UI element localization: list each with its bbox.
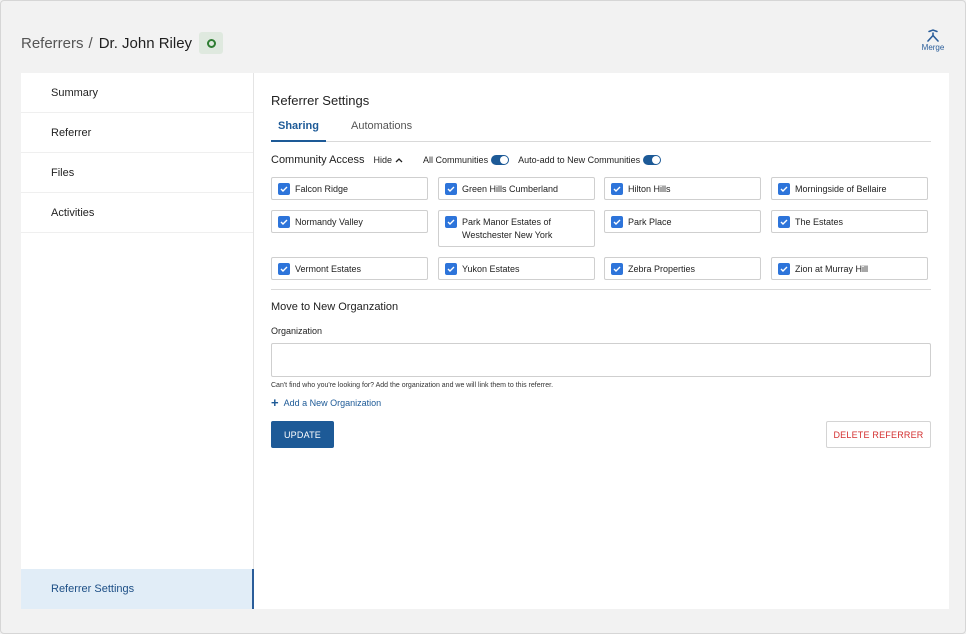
status-active-icon [206, 38, 216, 48]
checkbox-checked-icon[interactable] [278, 183, 290, 195]
community-normandy-valley[interactable]: Normandy Valley [271, 210, 428, 233]
community-name: Normandy Valley [295, 217, 363, 227]
section-title: Referrer Settings [271, 93, 370, 108]
community-name: Morningside of Bellaire [795, 184, 887, 194]
community-zebra-properties[interactable]: Zebra Properties [604, 257, 761, 280]
community-name: Park Place [628, 217, 672, 227]
merge-button[interactable]: Merge [917, 29, 949, 57]
auto-add-label: Auto-add to New Communities [518, 155, 641, 165]
checkbox-checked-icon[interactable] [611, 216, 623, 228]
community-name: Zebra Properties [628, 264, 696, 274]
toggle-knob [652, 156, 661, 164]
checkbox-checked-icon[interactable] [778, 263, 790, 275]
plus-icon: + [271, 395, 279, 410]
status-badge [199, 32, 224, 54]
tab-bar: Sharing Automations [271, 117, 931, 142]
checkbox-checked-icon[interactable] [445, 183, 457, 195]
delete-referrer-button[interactable]: DELETE REFERRER [826, 421, 931, 448]
sidebar-item-activities[interactable]: Activities [21, 193, 253, 233]
community-name: Vermont Estates [295, 264, 362, 274]
organization-label: Organization [271, 326, 323, 336]
tab-sharing[interactable]: Sharing [271, 117, 326, 142]
checkbox-checked-icon[interactable] [611, 263, 623, 275]
checkbox-checked-icon[interactable] [778, 183, 790, 195]
sidebar: Summary Referrer Files Activities Referr… [21, 73, 254, 609]
community-name: Zion at Murray Hill [795, 264, 869, 274]
community-zion-at-murray-hill[interactable]: Zion at Murray Hill [771, 257, 928, 280]
checkbox-checked-icon[interactable] [278, 216, 290, 228]
community-access-label: Community Access [271, 154, 365, 166]
move-organization-title: Move to New Organzation [271, 301, 399, 313]
community-name: The Estates [795, 217, 844, 227]
checkbox-checked-icon[interactable] [278, 263, 290, 275]
breadcrumb: Referrers / Dr. John Riley [21, 31, 224, 55]
community-park-manor-estates[interactable]: Park Manor Estates of Westchester New Yo… [438, 210, 595, 247]
all-communities-toggle[interactable] [491, 155, 510, 165]
organization-input[interactable] [271, 343, 931, 377]
checkbox-checked-icon[interactable] [611, 183, 623, 195]
all-communities-label: All Communities [423, 155, 489, 165]
community-name: Falcon Ridge [295, 184, 349, 194]
checkbox-checked-icon[interactable] [445, 216, 457, 228]
update-button[interactable]: UPDATE [271, 421, 334, 448]
add-organization-link[interactable]: + Add a New Organization [271, 395, 382, 410]
community-name: Park Manor Estates of Westchester New Yo… [462, 217, 553, 240]
community-vermont-estates[interactable]: Vermont Estates [271, 257, 428, 280]
community-park-place[interactable]: Park Place [604, 210, 761, 233]
organization-helper-text: Can't find who you're looking for? Add t… [271, 382, 554, 389]
community-the-estates[interactable]: The Estates [771, 210, 928, 233]
merge-icon [927, 29, 939, 42]
sidebar-item-summary[interactable]: Summary [21, 73, 253, 113]
sidebar-item-files[interactable]: Files [21, 153, 253, 193]
community-name: Hilton Hills [628, 184, 671, 194]
community-yukon-estates[interactable]: Yukon Estates [438, 257, 595, 280]
add-organization-label: Add a New Organization [283, 398, 382, 408]
toggle-knob [500, 156, 509, 164]
sidebar-item-referrer[interactable]: Referrer [21, 113, 253, 153]
community-hilton-hills[interactable]: Hilton Hills [604, 177, 761, 200]
chevron-up-icon [395, 158, 403, 163]
hide-label: Hide [373, 155, 393, 165]
app-frame: Referrers / Dr. John Riley Merge Summary… [0, 0, 966, 634]
breadcrumb-separator: / [88, 34, 93, 52]
checkbox-checked-icon[interactable] [445, 263, 457, 275]
hide-toggle-link[interactable]: Hide [374, 155, 404, 165]
section-divider [271, 289, 931, 290]
community-access-row: Community Access Hide All Communities Au… [271, 153, 662, 167]
breadcrumb-referrers-link[interactable]: Referrers [21, 35, 84, 52]
community-morningside-of-bellaire[interactable]: Morningside of Bellaire [771, 177, 928, 200]
sidebar-item-referrer-settings[interactable]: Referrer Settings [21, 569, 254, 609]
community-name: Green Hills Cumberland [462, 184, 559, 194]
main-panel: Referrer Settings Sharing Automations Co… [254, 73, 949, 609]
community-falcon-ridge[interactable]: Falcon Ridge [271, 177, 428, 200]
merge-label: Merge [921, 43, 945, 52]
checkbox-checked-icon[interactable] [778, 216, 790, 228]
community-name: Yukon Estates [462, 264, 520, 274]
tab-automations[interactable]: Automations [351, 120, 412, 132]
page-title: Dr. John Riley [98, 34, 193, 52]
community-green-hills-cumberland[interactable]: Green Hills Cumberland [438, 177, 595, 200]
auto-add-toggle[interactable] [643, 155, 662, 165]
